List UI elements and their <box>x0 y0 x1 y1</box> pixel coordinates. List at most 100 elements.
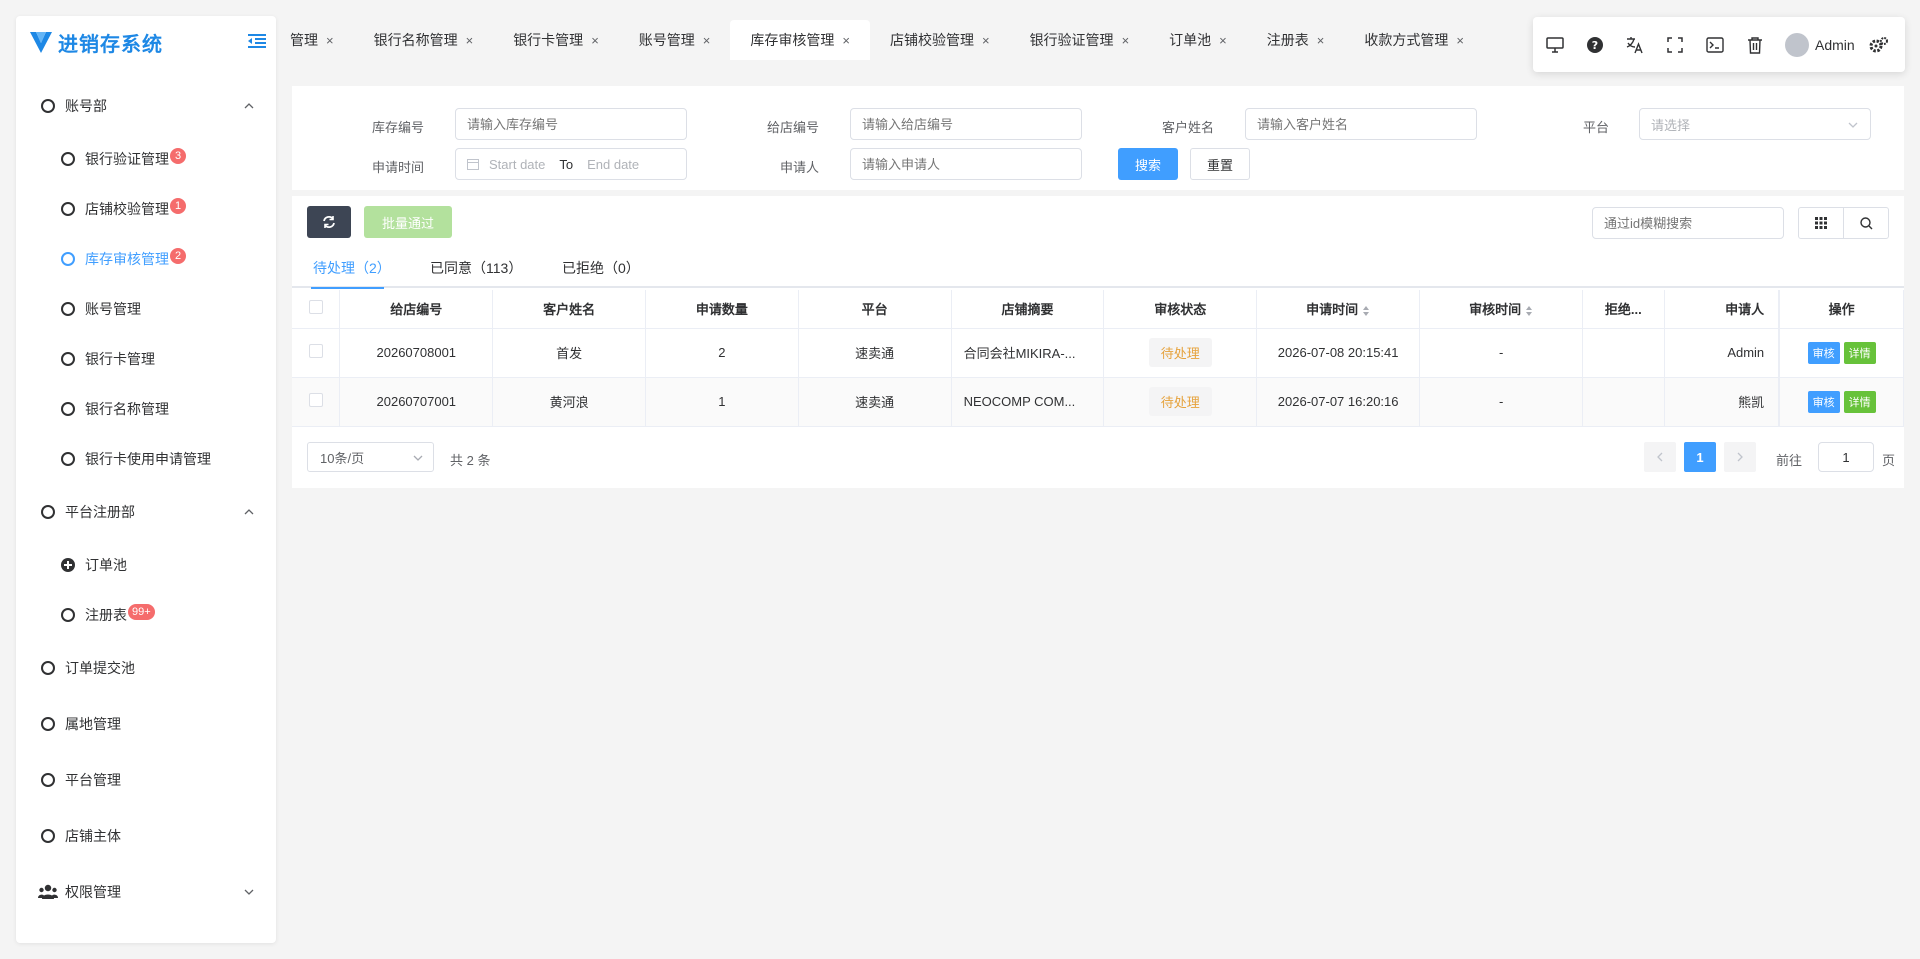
menu-item-order-submit-pool[interactable]: 订单提交池 <box>16 648 276 688</box>
cell-review-time: - <box>1419 328 1584 378</box>
close-icon[interactable]: × <box>1122 33 1130 48</box>
menu-item-bank-verify[interactable]: 银行验证管理 3 <box>16 139 276 179</box>
trash-icon[interactable] <box>1745 35 1765 55</box>
tab-bank-card[interactable]: 银行卡管理 × <box>493 20 619 60</box>
tab-approved[interactable]: 已同意（113） <box>430 258 522 278</box>
close-icon[interactable]: × <box>1219 33 1227 48</box>
close-icon[interactable]: × <box>703 33 711 48</box>
column-header-review-time[interactable]: 审核时间 <box>1419 290 1584 329</box>
user-name[interactable]: Admin <box>1815 37 1855 53</box>
review-button[interactable]: 审核 <box>1807 390 1840 413</box>
goto-label: 前往 <box>1776 453 1803 468</box>
tab-label: 银行验证管理 <box>1029 32 1114 48</box>
customer-input[interactable] <box>1245 108 1477 140</box>
review-button[interactable]: 审核 <box>1807 341 1840 364</box>
tab-label: 收款方式管理 <box>1364 32 1449 48</box>
list-panel: 批量通过 待处理（2） 已同意（113） 已拒绝（0） 给店编号 客户姓名 申请… <box>292 196 1905 488</box>
menu-item-stock-review[interactable]: 库存审核管理 2 <box>16 239 276 279</box>
column-toggle-button[interactable] <box>1798 207 1844 239</box>
select-all-cell <box>292 290 341 329</box>
menu-item-platform[interactable]: 平台管理 <box>16 760 276 800</box>
column-header: 审核状态 <box>1103 290 1258 329</box>
page-size-select[interactable]: 10条/页 <box>307 442 434 472</box>
close-icon[interactable]: × <box>842 33 850 48</box>
next-page-button[interactable] <box>1724 442 1756 472</box>
menu-item-store-entity[interactable]: 店铺主体 <box>16 816 276 856</box>
cell-store-no: 20260708001 <box>339 328 494 378</box>
close-icon[interactable]: × <box>466 33 474 48</box>
refresh-icon <box>323 216 335 228</box>
cell-status: 待处理 <box>1103 377 1258 427</box>
menu-group-platform-register[interactable]: 平台注册部 <box>16 492 276 532</box>
tab-rejected[interactable]: 已拒绝（0） <box>562 258 640 278</box>
close-icon[interactable]: × <box>326 33 334 48</box>
column-header-apply-time[interactable]: 申请时间 <box>1256 290 1421 329</box>
menu-item-register-table[interactable]: 注册表 99+ <box>16 595 276 635</box>
reset-button[interactable]: 重置 <box>1190 148 1250 180</box>
tab-register-table[interactable]: 注册表 × <box>1247 20 1345 60</box>
translate-icon[interactable] <box>1625 35 1645 55</box>
active-tab-indicator <box>311 287 384 289</box>
tab-stock-review[interactable]: 库存审核管理 × <box>730 20 870 60</box>
menu-item-order-pool[interactable]: 订单池 <box>16 545 276 585</box>
search-button[interactable]: 搜索 <box>1118 148 1178 180</box>
menu-item-territory[interactable]: 属地管理 <box>16 704 276 744</box>
close-icon[interactable]: × <box>982 33 990 48</box>
menu-label: 平台管理 <box>65 772 121 788</box>
terminal-icon[interactable] <box>1705 35 1725 55</box>
avatar[interactable] <box>1785 32 1809 57</box>
sort-icon[interactable] <box>1525 305 1533 317</box>
customer-label: 客户姓名 <box>1162 120 1215 135</box>
tab-management[interactable]: 管理 × <box>286 20 354 60</box>
chevron-up-icon <box>244 103 254 109</box>
goto-page-input[interactable] <box>1818 442 1874 472</box>
fullscreen-icon[interactable] <box>1665 35 1685 55</box>
end-date-placeholder: End date <box>587 156 640 172</box>
top-toolbar: ? Admin <box>1533 17 1905 72</box>
tab-label: 店铺校验管理 <box>889 32 974 48</box>
menu-collapse-icon[interactable] <box>248 33 266 49</box>
settings-icon[interactable] <box>1869 35 1889 55</box>
refresh-button[interactable] <box>307 206 351 238</box>
menu-item-bank-name[interactable]: 银行名称管理 <box>16 389 276 429</box>
cell-actions: 审核 详情 <box>1778 377 1905 427</box>
applicant-input[interactable] <box>850 148 1082 180</box>
tab-bank-name[interactable]: 银行名称管理 × <box>354 20 494 60</box>
tab-bank-verify[interactable]: 银行验证管理 × <box>1010 20 1150 60</box>
row-checkbox[interactable] <box>308 344 323 358</box>
monitor-icon[interactable] <box>1545 35 1565 55</box>
stock-no-input[interactable] <box>455 108 687 140</box>
prev-page-button[interactable] <box>1644 442 1676 472</box>
select-all-checkbox[interactable] <box>308 300 323 315</box>
menu-item-account[interactable]: 账号管理 <box>16 289 276 329</box>
help-icon[interactable]: ? <box>1585 35 1605 55</box>
page-number[interactable]: 1 <box>1684 442 1716 472</box>
row-checkbox[interactable] <box>308 393 323 407</box>
platform-select[interactable]: 请选择 <box>1639 108 1871 140</box>
close-icon[interactable]: × <box>1456 33 1464 48</box>
tab-payment-method[interactable]: 收款方式管理 × <box>1344 20 1484 60</box>
detail-button[interactable]: 详情 <box>1843 390 1876 413</box>
store-no-input[interactable] <box>850 108 1082 140</box>
sort-icon[interactable] <box>1362 305 1370 317</box>
menu-group-permissions[interactable]: 权限管理 <box>16 872 276 912</box>
menu-label: 注册表 <box>85 607 127 623</box>
date-range-picker[interactable]: Start date To End date <box>455 148 687 180</box>
menu-item-bank-card[interactable]: 银行卡管理 <box>16 339 276 379</box>
logo[interactable]: 进销存系统 <box>16 16 276 68</box>
detail-button[interactable]: 详情 <box>1843 341 1876 364</box>
tab-pending[interactable]: 待处理（2） <box>313 258 391 278</box>
id-search-input[interactable] <box>1592 207 1784 239</box>
menu-item-store-verify[interactable]: 店铺校验管理 1 <box>16 189 276 229</box>
tab-account[interactable]: 账号管理 × <box>619 20 731 60</box>
batch-approve-button[interactable]: 批量通过 <box>364 206 452 238</box>
tab-order-pool[interactable]: 订单池 × <box>1149 20 1247 60</box>
menu-item-bank-card-apply[interactable]: 银行卡使用申请管理 <box>16 439 276 479</box>
circle-icon <box>61 152 75 166</box>
close-icon[interactable]: × <box>591 33 599 48</box>
tab-store-verify[interactable]: 店铺校验管理 × <box>870 20 1010 60</box>
tab-label: 管理 <box>290 32 318 48</box>
search-toggle-button[interactable] <box>1843 207 1889 239</box>
menu-group-account-dept[interactable]: 账号部 <box>16 86 276 126</box>
close-icon[interactable]: × <box>1317 33 1325 48</box>
